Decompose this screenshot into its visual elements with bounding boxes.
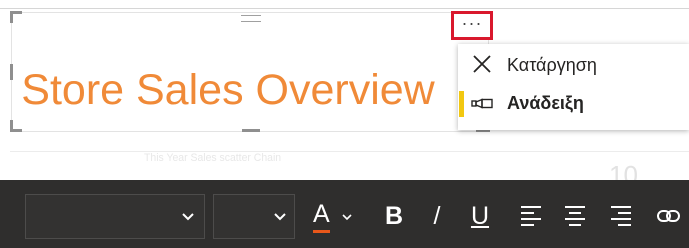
align-center-button[interactable] — [562, 194, 588, 239]
menu-item-spotlight[interactable]: Ανάδειξη — [458, 86, 689, 120]
font-color-swatch — [313, 230, 330, 233]
chevron-down-icon — [273, 210, 287, 224]
align-right-button[interactable] — [608, 194, 634, 239]
bold-icon: B — [384, 202, 404, 230]
chevron-down-icon — [341, 210, 353, 228]
italic-icon: / — [433, 202, 441, 230]
canvas-top-border — [0, 8, 689, 9]
underline-icon: U — [470, 202, 490, 230]
link-icon — [657, 210, 680, 222]
resize-handle-bottom-middle[interactable] — [242, 129, 260, 132]
format-toolbar: A B / U — [0, 180, 689, 248]
bold-button[interactable]: B — [381, 194, 407, 239]
font-family-dropdown[interactable] — [25, 194, 205, 239]
align-left-icon — [521, 206, 541, 226]
resize-handle-left-middle[interactable] — [10, 64, 13, 80]
resize-handle-top-left[interactable] — [10, 11, 13, 23]
menu-item-remove[interactable]: Κατάργηση — [458, 48, 689, 82]
font-size-dropdown[interactable] — [213, 194, 295, 239]
close-icon — [470, 48, 494, 82]
chevron-down-icon — [181, 210, 195, 224]
menu-item-spotlight-label: Ανάδειξη — [507, 93, 584, 113]
background-visual-caption: This Year Sales scatter Chain — [144, 152, 282, 164]
menu-item-remove-label: Κατάργηση — [507, 55, 597, 75]
resize-handle-bottom-left[interactable] — [10, 120, 13, 132]
drag-grip-icon[interactable] — [241, 15, 261, 27]
text-box-visual[interactable]: Store Sales Overview — [12, 13, 488, 131]
align-left-button[interactable] — [518, 194, 544, 239]
spotlight-icon — [470, 86, 494, 120]
underline-button[interactable]: U — [468, 194, 492, 239]
more-options-icon: ··· — [461, 13, 483, 33]
canvas-divider — [10, 151, 689, 152]
highlight-indicator — [459, 91, 464, 117]
align-center-icon — [565, 206, 585, 226]
italic-button[interactable]: / — [425, 194, 449, 239]
visual-context-menu: Κατάργηση Ανάδειξη — [458, 44, 689, 130]
align-right-icon — [611, 206, 631, 226]
insert-link-button[interactable] — [654, 194, 684, 239]
more-options-button[interactable]: ··· — [451, 11, 493, 40]
visual-title[interactable]: Store Sales Overview — [12, 65, 444, 115]
font-color-button[interactable]: A — [308, 194, 358, 239]
